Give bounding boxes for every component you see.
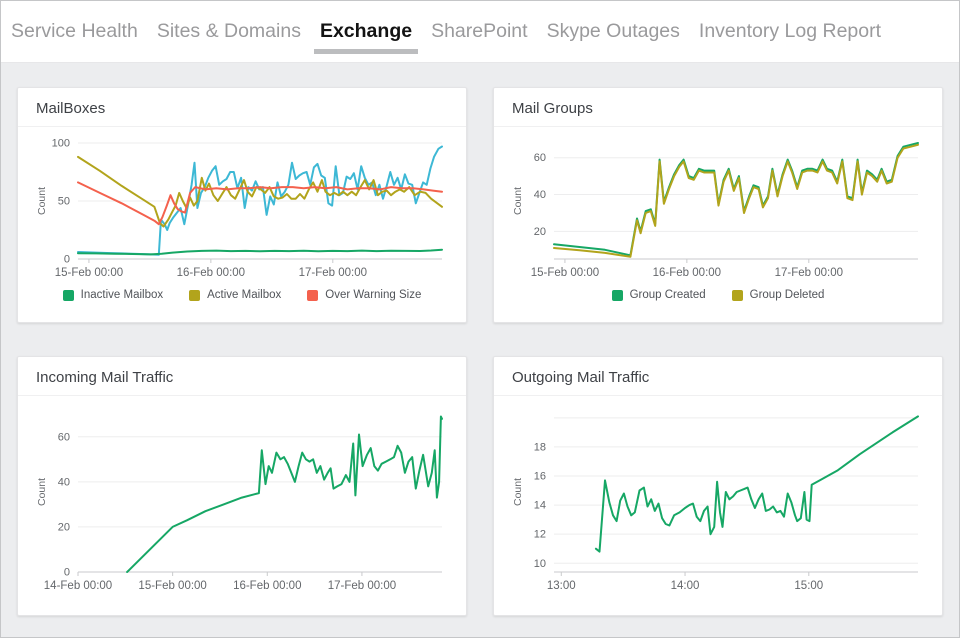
x-tick-label: 17-Feb 00:00: [328, 580, 396, 592]
legend-swatch-icon: [189, 290, 200, 301]
x-tick-label: 16-Feb 00:00: [653, 267, 721, 279]
legend-swatch-icon: [63, 290, 74, 301]
outgoing-mail-traffic-chart: 10 12 14 16 18 13:00 14:00 15:00 Count: [510, 402, 926, 598]
legend-swatch-icon: [612, 290, 623, 301]
chart-title: MailBoxes: [34, 98, 450, 126]
chart-title: Mail Groups: [510, 98, 926, 126]
mail-groups-chart: 20 40 60 15-Feb 00:00 16-Feb 00:00 17-Feb 00:…: [510, 133, 926, 285]
tab-skype-outages[interactable]: Skype Outages: [547, 20, 680, 43]
x-tick-label: 15-Feb 00:00: [55, 267, 123, 279]
y-tick-label: 60: [58, 431, 70, 443]
card-divider: [18, 126, 466, 127]
chart-canvas: 20 40 60 15-Feb 00:00 16-Feb 00:00 17-Feb 00:…: [510, 133, 926, 285]
tab-exchange[interactable]: Exchange: [320, 20, 412, 43]
card-divider: [494, 126, 942, 127]
chart-canvas: 0 50 100 15-Feb 00:00 16-Feb 00:00 17-Feb 00:…: [34, 133, 450, 285]
legend-item[interactable]: Inactive Mailbox: [63, 289, 163, 301]
legend-label: Inactive Mailbox: [81, 289, 163, 301]
legend-label: Group Created: [630, 289, 706, 301]
series-line: [78, 250, 442, 255]
legend-swatch-icon: [732, 290, 743, 301]
y-tick-label: 16: [534, 471, 546, 483]
x-tick-label: 17-Feb 00:00: [299, 267, 367, 279]
mailboxes-chart: 0 50 100 15-Feb 00:00 16-Feb 00:00 17-Feb 00:…: [34, 133, 450, 285]
legend-item[interactable]: Group Created: [612, 289, 706, 301]
x-tick-label: 16-Feb 00:00: [177, 267, 245, 279]
tab-service-health[interactable]: Service Health: [11, 20, 138, 43]
y-tick-label: 14: [534, 500, 546, 512]
series-line: [127, 417, 442, 573]
tab-inventory-log-report[interactable]: Inventory Log Report: [699, 20, 881, 43]
x-tick-label: 13:00: [547, 580, 576, 592]
y-tick-label: 12: [534, 529, 546, 541]
series-line: [554, 143, 918, 255]
y-tick-label: 20: [534, 226, 546, 238]
y-tick-label: 0: [64, 567, 70, 579]
legend-label: Active Mailbox: [207, 289, 281, 301]
series-line: [78, 157, 442, 227]
y-tick-label: 0: [64, 254, 70, 266]
chart-card-mailboxes: MailBoxes 0 50 100 15-Feb 00:00 16-Feb 00:00…: [17, 87, 467, 323]
chart-title: Incoming Mail Traffic: [34, 367, 450, 395]
card-divider: [18, 395, 466, 396]
legend-label: Group Deleted: [750, 289, 825, 301]
y-axis-label: Count: [512, 187, 524, 215]
tab-sites-domains[interactable]: Sites & Domains: [157, 20, 301, 43]
legend-item[interactable]: Over Warning Size: [307, 289, 421, 301]
legend-item[interactable]: Active Mailbox: [189, 289, 281, 301]
series-line: [596, 416, 918, 551]
y-tick-label: 50: [58, 196, 70, 208]
y-tick-label: 40: [58, 476, 70, 488]
x-tick-label: 16-Feb 00:00: [233, 580, 301, 592]
chart-card-incoming-mail-traffic: Incoming Mail Traffic 0 20 40 60 14-Feb 00:0…: [17, 356, 467, 616]
chart-card-outgoing-mail-traffic: Outgoing Mail Traffic 10 12 14 16 18 13:00 14:…: [493, 356, 943, 616]
x-tick-label: 14:00: [671, 580, 700, 592]
y-tick-label: 60: [534, 152, 546, 164]
tab-bar: Service Health Sites & Domains Exchange …: [1, 1, 959, 63]
chart-card-mail-groups: Mail Groups 20 40 60 15-Feb 00:00 16-Feb 00:…: [493, 87, 943, 323]
dashboard-grid: MailBoxes 05010015-Feb 00:0016-Feb 00:00…: [1, 63, 959, 616]
x-tick-label: 15:00: [794, 580, 823, 592]
x-tick-label: 17-Feb 00:00: [775, 267, 843, 279]
y-axis-label: Count: [36, 187, 48, 215]
legend-swatch-icon: [307, 290, 318, 301]
y-tick-label: 40: [534, 189, 546, 201]
y-axis-label: Count: [36, 478, 48, 506]
y-tick-label: 18: [534, 441, 546, 453]
chart-canvas: 10 12 14 16 18 13:00 14:00 15:00 Count: [510, 402, 926, 598]
legend: Inactive Mailbox Active Mailbox Over Warni…: [34, 289, 450, 301]
x-tick-label: 14-Feb 00:00: [44, 580, 112, 592]
tab-sharepoint[interactable]: SharePoint: [431, 20, 527, 43]
y-axis-label: Count: [512, 478, 524, 506]
legend-label: Over Warning Size: [325, 289, 421, 301]
x-tick-label: 15-Feb 00:00: [138, 580, 206, 592]
legend-item[interactable]: Group Deleted: [732, 289, 825, 301]
chart-title: Outgoing Mail Traffic: [510, 367, 926, 395]
card-divider: [494, 395, 942, 396]
x-tick-label: 15-Feb 00:00: [531, 267, 599, 279]
y-tick-label: 20: [58, 521, 70, 533]
incoming-mail-traffic-chart: 0 20 40 60 14-Feb 00:00 15-Feb 00:00 16-Feb 00…: [34, 402, 450, 598]
chart-canvas: 0 20 40 60 14-Feb 00:00 15-Feb 00:00 16-Feb 00…: [34, 402, 450, 598]
legend: Group Created Group Deleted: [510, 289, 926, 301]
series-line: [554, 145, 918, 257]
y-tick-label: 10: [534, 558, 546, 570]
y-tick-label: 100: [52, 138, 70, 150]
